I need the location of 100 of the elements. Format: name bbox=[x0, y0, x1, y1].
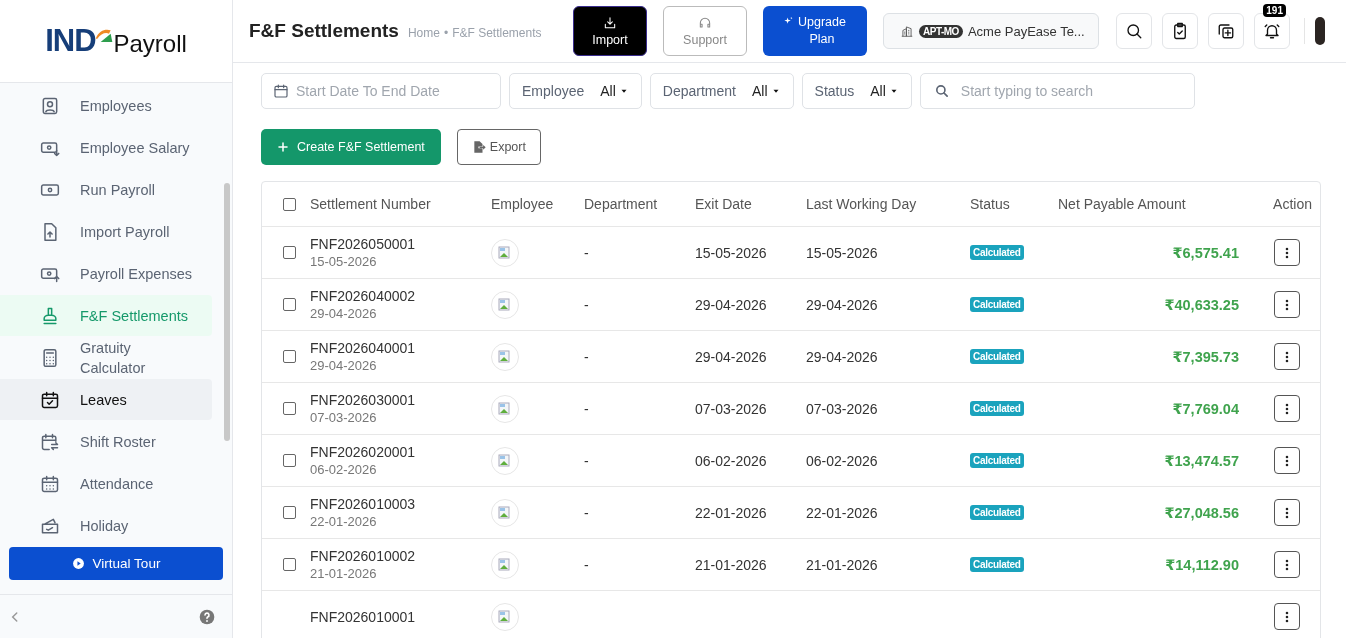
settlement-date: 22-01-2026 bbox=[310, 514, 377, 529]
column-header: Status bbox=[970, 196, 1010, 212]
breadcrumb-separator: • bbox=[443, 26, 449, 40]
select-all-checkbox[interactable] bbox=[282, 197, 296, 211]
broken-image-icon bbox=[491, 342, 519, 371]
help-icon[interactable] bbox=[199, 608, 215, 625]
settlement-date: 06-02-2026 bbox=[310, 462, 377, 477]
settlement-number[interactable]: FNF2026010001 bbox=[310, 608, 416, 625]
table-cell: 22-01-2026 bbox=[695, 504, 767, 521]
search-icon bbox=[1125, 22, 1143, 40]
upgrade-plan-button[interactable]: Upgrade Plan bbox=[763, 6, 867, 56]
calculator-icon bbox=[40, 347, 60, 368]
settlement-date: 29-04-2026 bbox=[310, 306, 377, 321]
table-cell: 07-03-2026 bbox=[695, 400, 767, 417]
row-actions-button[interactable] bbox=[1274, 291, 1300, 318]
status-badge: Calculated bbox=[970, 401, 1024, 416]
settlement-number[interactable]: FNF2026010003 bbox=[310, 496, 416, 512]
sidebar-item[interactable]: Gratuity Calculator bbox=[0, 337, 212, 378]
settlement-number[interactable]: FNF2026010002 bbox=[310, 548, 416, 564]
settlement-date: 15-05-2026 bbox=[310, 254, 377, 269]
row-actions-button[interactable] bbox=[1274, 551, 1300, 578]
app-logo: IND Payroll bbox=[45, 23, 187, 59]
export-button[interactable]: Export bbox=[456, 129, 541, 165]
row-actions-button[interactable] bbox=[1274, 603, 1300, 630]
calendar-icon bbox=[40, 389, 60, 410]
import-button[interactable]: Import bbox=[573, 6, 647, 56]
row-checkbox[interactable] bbox=[282, 298, 296, 311]
status-badge: Calculated bbox=[970, 245, 1024, 260]
sidebar-item[interactable]: Employees bbox=[0, 85, 212, 126]
calendar-icon bbox=[40, 473, 60, 494]
column-header: Department bbox=[584, 196, 658, 212]
table-cell: 22-01-2026 bbox=[806, 504, 878, 521]
sidebar-item[interactable]: Import Payroll bbox=[0, 211, 212, 252]
play-icon bbox=[71, 557, 85, 570]
tasks-button[interactable] bbox=[1162, 13, 1198, 49]
bell-icon bbox=[1263, 22, 1281, 40]
sidebar-item[interactable]: Holiday bbox=[0, 505, 212, 546]
row-actions-button[interactable] bbox=[1274, 447, 1300, 474]
settlement-date: 07-03-2026 bbox=[310, 410, 377, 425]
net-amount: ₹7,769.04 bbox=[1172, 400, 1239, 417]
sidebar-item[interactable]: Payroll Expenses bbox=[0, 253, 212, 294]
user-avatar[interactable] bbox=[1315, 17, 1325, 45]
calendar-icon bbox=[40, 431, 60, 452]
settlement-number[interactable]: FNF2026020001 bbox=[310, 444, 416, 460]
row-actions-button[interactable] bbox=[1274, 239, 1300, 266]
sidebar-item[interactable]: Leaves bbox=[0, 379, 212, 420]
filter-dropdown[interactable]: Status All bbox=[801, 73, 912, 109]
broken-image-icon bbox=[491, 602, 519, 631]
row-checkbox[interactable] bbox=[282, 402, 296, 415]
breadcrumb-item: F&F Settlements bbox=[452, 26, 542, 40]
table-cell: 21-01-2026 bbox=[806, 556, 878, 573]
sidebar-item[interactable]: Employee Salary bbox=[0, 127, 212, 168]
scrollbar[interactable] bbox=[224, 183, 230, 441]
table-cell: 06-02-2026 bbox=[806, 452, 878, 469]
status-badge: Calculated bbox=[970, 297, 1024, 312]
table-cell: - bbox=[584, 400, 589, 417]
search-field[interactable]: Start typing to search bbox=[919, 73, 1195, 109]
broken-image-icon bbox=[491, 550, 519, 579]
broken-image-icon bbox=[491, 394, 519, 423]
support-button[interactable]: Support bbox=[663, 6, 747, 56]
table-cell: - bbox=[584, 504, 589, 521]
filter-dropdown[interactable]: Employee All bbox=[509, 73, 642, 109]
table-cell: 29-04-2026 bbox=[806, 348, 878, 365]
settlement-number[interactable]: FNF2026030001 bbox=[310, 392, 416, 408]
row-checkbox[interactable] bbox=[282, 558, 296, 571]
download-icon bbox=[603, 15, 617, 30]
row-checkbox[interactable] bbox=[282, 454, 296, 467]
net-amount: ₹7,395.73 bbox=[1172, 348, 1239, 365]
broken-image-icon bbox=[491, 446, 519, 475]
sidebar-item[interactable]: Attendance bbox=[0, 463, 212, 504]
column-header: Net Payable Amount bbox=[1058, 196, 1186, 212]
settlement-number[interactable]: FNF2026050001 bbox=[310, 236, 416, 252]
row-actions-button[interactable] bbox=[1274, 499, 1300, 526]
row-checkbox[interactable] bbox=[282, 506, 296, 519]
table-cell: - bbox=[584, 452, 589, 469]
net-amount: ₹13,474.57 bbox=[1164, 452, 1239, 469]
status-badge: Calculated bbox=[970, 349, 1024, 364]
create-settlement-button[interactable]: Create F&F Settlement bbox=[261, 129, 441, 165]
column-header: Employee bbox=[491, 196, 554, 212]
row-actions-button[interactable] bbox=[1274, 395, 1300, 422]
settlement-date: 21-01-2026 bbox=[310, 566, 377, 581]
settlement-number[interactable]: FNF2026040002 bbox=[310, 288, 416, 304]
broken-image-icon bbox=[491, 290, 519, 319]
table-cell: - bbox=[584, 244, 589, 261]
sidebar-item[interactable]: Shift Roster bbox=[0, 421, 212, 462]
row-checkbox[interactable] bbox=[282, 246, 296, 259]
virtual-tour-button[interactable]: Virtual Tour bbox=[9, 547, 223, 580]
add-button[interactable] bbox=[1208, 13, 1244, 49]
company-switcher[interactable]: APT-MO Acme PayEase Te... bbox=[883, 13, 1099, 49]
notifications-button[interactable] bbox=[1254, 13, 1290, 49]
search-button[interactable] bbox=[1116, 13, 1152, 49]
table-cell: - bbox=[584, 296, 589, 313]
filter-dropdown[interactable]: Department All bbox=[649, 73, 794, 109]
row-actions-button[interactable] bbox=[1274, 343, 1300, 370]
sidebar-item[interactable]: Run Payroll bbox=[0, 169, 212, 210]
file-export-icon bbox=[471, 140, 486, 154]
date-range-field[interactable]: Start Date To End Date bbox=[261, 73, 501, 109]
column-header: Settlement Number bbox=[310, 196, 431, 212]
row-checkbox[interactable] bbox=[282, 350, 296, 363]
settlement-number[interactable]: FNF2026040001 bbox=[310, 340, 416, 356]
